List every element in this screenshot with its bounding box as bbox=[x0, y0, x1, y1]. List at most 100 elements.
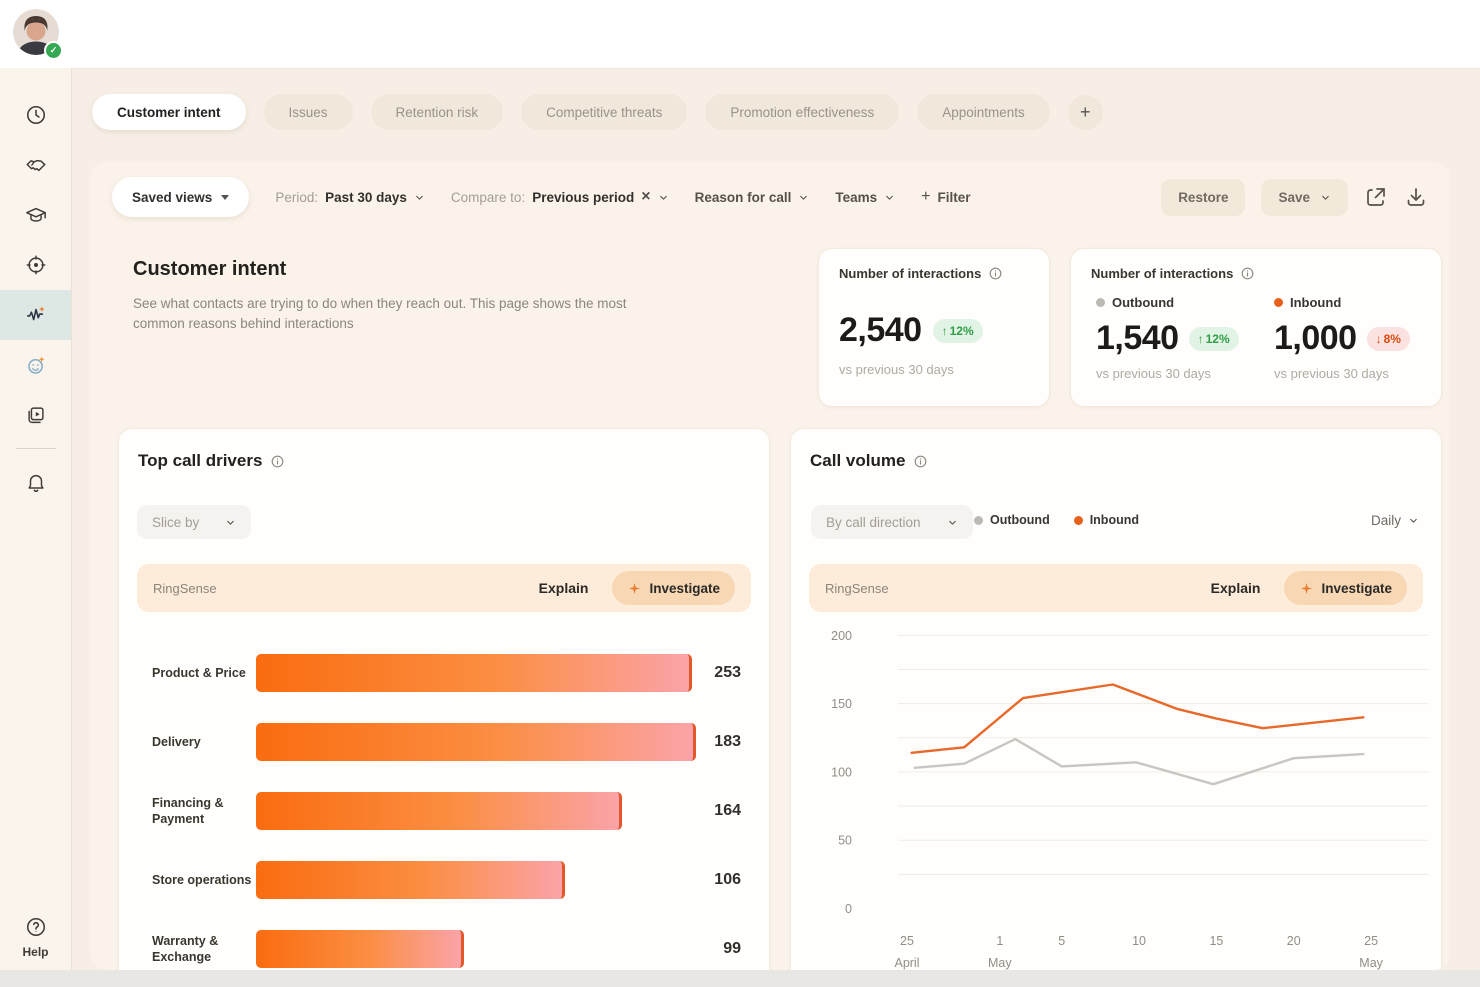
teams-filter[interactable]: Teams bbox=[835, 190, 895, 205]
by-call-direction-dropdown[interactable]: By call direction bbox=[811, 505, 973, 539]
chevron-down-icon bbox=[658, 192, 669, 203]
bar-category-label: Store operations bbox=[152, 872, 256, 888]
page-title: Customer intent bbox=[133, 258, 286, 281]
tab-retention-risk[interactable]: Retention risk bbox=[371, 94, 504, 130]
graduation-cap-icon bbox=[25, 204, 47, 226]
tab-customer-intent[interactable]: Customer intent bbox=[92, 94, 246, 130]
sparkle-icon bbox=[627, 581, 642, 596]
restore-button[interactable]: Restore bbox=[1161, 179, 1245, 216]
sidebar-item-recents[interactable] bbox=[0, 90, 71, 140]
segment-label: Inbound bbox=[1290, 295, 1341, 310]
bar-value: 99 bbox=[693, 940, 769, 958]
bar[interactable] bbox=[256, 654, 692, 692]
explain-button[interactable]: Explain bbox=[539, 580, 589, 596]
clear-compare-icon[interactable]: × bbox=[641, 189, 650, 205]
chart-legend: Outbound Inbound bbox=[974, 513, 1139, 527]
chevron-down-icon bbox=[225, 517, 236, 528]
info-icon[interactable] bbox=[988, 266, 1003, 281]
bar-chart: Product & Price253Delivery183Financing &… bbox=[119, 638, 769, 970]
interval-label: Daily bbox=[1371, 513, 1401, 528]
slice-by-label: Slice by bbox=[152, 515, 199, 530]
waveform-sparkle-icon bbox=[25, 304, 47, 326]
investigate-button[interactable]: Investigate bbox=[612, 571, 735, 605]
tab-competitive-threats[interactable]: Competitive threats bbox=[521, 94, 687, 130]
bar[interactable] bbox=[256, 792, 622, 830]
investigate-button[interactable]: Investigate bbox=[1284, 571, 1407, 605]
segment-label: Outbound bbox=[1112, 295, 1174, 310]
period-filter[interactable]: Period: Past 30 days bbox=[275, 190, 425, 205]
explain-button[interactable]: Explain bbox=[1211, 580, 1261, 596]
interval-dropdown[interactable]: Daily bbox=[1371, 513, 1419, 528]
download-button[interactable] bbox=[1404, 185, 1428, 209]
bar[interactable] bbox=[256, 930, 464, 968]
period-value: Past 30 days bbox=[325, 190, 407, 205]
saved-views-dropdown[interactable]: Saved views bbox=[112, 177, 249, 217]
save-button[interactable]: Save bbox=[1261, 179, 1348, 216]
series-line-inbound[interactable] bbox=[912, 685, 1364, 753]
series-line-outbound[interactable] bbox=[915, 739, 1364, 784]
sidebar-item-notifications[interactable] bbox=[0, 457, 71, 507]
bar-track bbox=[256, 861, 693, 899]
info-icon[interactable] bbox=[913, 454, 928, 469]
x-tick-month-label: May bbox=[988, 956, 1012, 970]
stat-card-by-direction: Number of interactions Outbound 1,540 ↑1… bbox=[1070, 248, 1442, 407]
sidebar-item-library[interactable] bbox=[0, 390, 71, 440]
legend-inbound[interactable]: Inbound bbox=[1074, 513, 1139, 527]
bar[interactable] bbox=[256, 723, 696, 761]
bar-track bbox=[256, 654, 693, 692]
restore-label: Restore bbox=[1178, 190, 1228, 205]
bar[interactable] bbox=[256, 861, 565, 899]
slice-by-dropdown[interactable]: Slice by bbox=[137, 505, 251, 539]
top-bar: ✓ bbox=[0, 0, 1480, 69]
sidebar-item-analytics[interactable] bbox=[0, 290, 71, 340]
stat-card-total-interactions: Number of interactions 2,540 ↑12% vs pre… bbox=[818, 248, 1050, 407]
ringsense-banner: RingSense Explain Investigate bbox=[809, 564, 1423, 612]
arrow-up-icon: ↑ bbox=[1198, 332, 1204, 346]
compare-filter[interactable]: Compare to: Previous period × bbox=[451, 189, 669, 205]
tab-appointments[interactable]: Appointments bbox=[917, 94, 1050, 130]
tab-issues[interactable]: Issues bbox=[264, 94, 353, 130]
share-button[interactable] bbox=[1364, 185, 1388, 209]
ringsense-banner: RingSense Explain Investigate bbox=[137, 564, 751, 612]
bar-category-label: Product & Price bbox=[152, 665, 256, 681]
target-icon bbox=[25, 254, 47, 276]
y-tick-label: 100 bbox=[831, 765, 852, 779]
stat-compare-note: vs previous 30 days bbox=[1274, 366, 1410, 381]
add-tab-button[interactable]: + bbox=[1068, 95, 1103, 130]
bar-category-label: Delivery bbox=[152, 734, 256, 750]
saved-views-label: Saved views bbox=[132, 190, 212, 205]
sidebar-item-help[interactable]: Help bbox=[0, 916, 71, 959]
sidebar-item-coaching[interactable] bbox=[0, 190, 71, 240]
bottom-strip bbox=[0, 970, 1480, 987]
card-title: Top call drivers bbox=[138, 451, 262, 471]
stat-value: 1,540 bbox=[1096, 319, 1179, 358]
chevron-down-icon bbox=[947, 517, 958, 528]
x-tick-label: 1 bbox=[996, 934, 1003, 948]
library-icon bbox=[25, 404, 47, 426]
stat-title: Number of interactions bbox=[839, 266, 981, 281]
sidebar-item-deals[interactable] bbox=[0, 140, 71, 190]
x-tick-label: 20 bbox=[1287, 934, 1301, 948]
chevron-down-icon bbox=[798, 192, 809, 203]
legend-outbound[interactable]: Outbound bbox=[974, 513, 1050, 527]
bar-track bbox=[256, 723, 693, 761]
delta-badge: ↓8% bbox=[1367, 327, 1410, 351]
info-icon[interactable] bbox=[270, 454, 285, 469]
caret-down-icon bbox=[221, 195, 229, 200]
filter-actions: Restore Save bbox=[1161, 179, 1428, 216]
bar-value: 164 bbox=[693, 802, 769, 820]
outbound-dot-icon bbox=[1096, 298, 1105, 307]
add-filter-button[interactable]: + Filter bbox=[921, 188, 970, 206]
info-icon[interactable] bbox=[1240, 266, 1255, 281]
delta-badge: ↑12% bbox=[1189, 327, 1239, 351]
sidebar-item-sentiment[interactable] bbox=[0, 340, 71, 390]
stat-title: Number of interactions bbox=[1091, 266, 1233, 281]
reason-for-call-label: Reason for call bbox=[695, 190, 792, 205]
sidebar-item-tracker[interactable] bbox=[0, 240, 71, 290]
add-filter-label: Filter bbox=[937, 190, 970, 205]
tab-promotion-effectiveness[interactable]: Promotion effectiveness bbox=[705, 94, 899, 130]
reason-for-call-filter[interactable]: Reason for call bbox=[695, 190, 810, 205]
sparkle-icon bbox=[1299, 581, 1314, 596]
bar-value: 106 bbox=[693, 871, 769, 889]
plus-icon: + bbox=[1080, 102, 1091, 123]
